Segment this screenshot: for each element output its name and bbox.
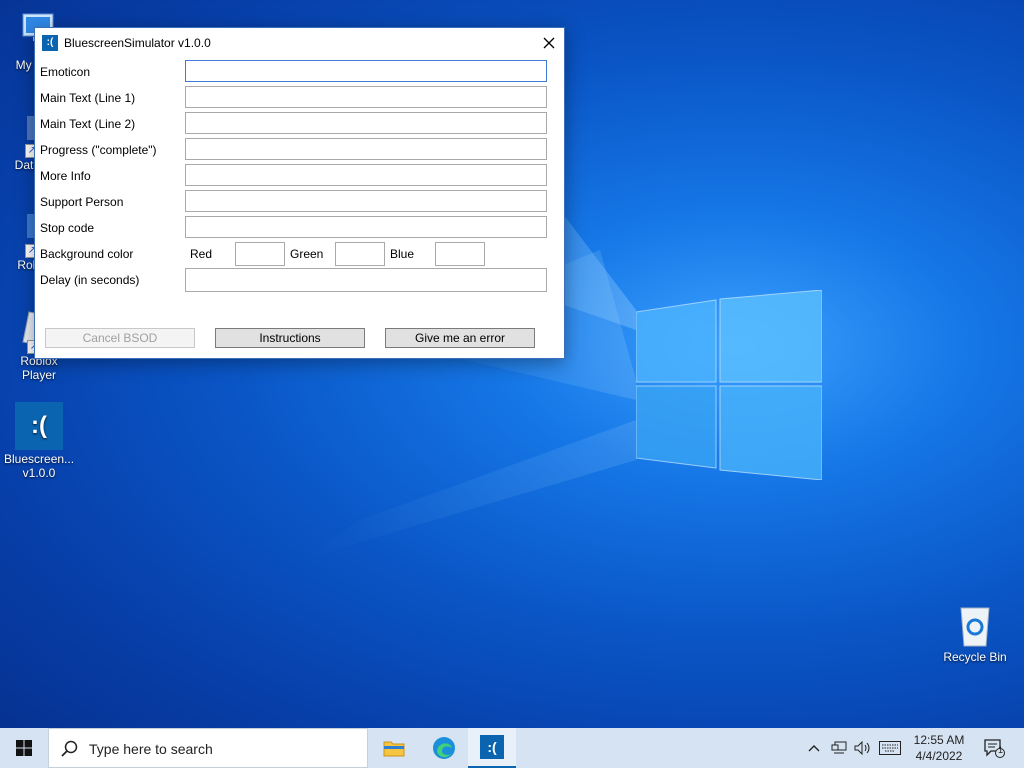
windows-logo-wallpaper bbox=[636, 290, 822, 480]
chevron-up-icon bbox=[808, 745, 820, 752]
support-person-row: Support Person bbox=[35, 188, 564, 214]
progress-input[interactable] bbox=[185, 138, 547, 160]
edge-browser-icon bbox=[433, 737, 455, 759]
delay-label: Delay (in seconds) bbox=[40, 273, 140, 287]
action-center-button[interactable]: 1 bbox=[978, 728, 1010, 768]
background-color-row: Background color Red Green Blue bbox=[35, 240, 564, 266]
volume-tray-button[interactable] bbox=[852, 728, 874, 768]
progress-row: Progress ("complete") bbox=[35, 136, 564, 162]
more-info-row: More Info bbox=[35, 162, 564, 188]
network-tray-button[interactable] bbox=[828, 728, 850, 768]
taskbar-file-explorer[interactable] bbox=[370, 728, 418, 768]
search-placeholder: Type here to search bbox=[89, 741, 213, 757]
bluescreen-simulator-window: :( BluescreenSimulator v1.0.0 Emoticon M… bbox=[34, 27, 565, 359]
recycle-bin-icon bbox=[951, 602, 999, 650]
main-text-line1-input[interactable] bbox=[185, 86, 547, 108]
main-text-line2-input[interactable] bbox=[185, 112, 547, 134]
notification-count: 1 bbox=[998, 745, 1004, 755]
emoticon-input[interactable] bbox=[185, 60, 547, 82]
close-button[interactable] bbox=[534, 28, 564, 58]
start-button[interactable] bbox=[0, 728, 48, 768]
support-person-label: Support Person bbox=[40, 195, 124, 209]
keyboard-icon bbox=[879, 741, 901, 755]
clock-date: 4/4/2022 bbox=[915, 749, 963, 763]
taskbar-search-box[interactable]: Type here to search bbox=[48, 728, 368, 768]
red-input[interactable] bbox=[235, 242, 285, 266]
more-info-label: More Info bbox=[40, 169, 91, 183]
stop-code-label: Stop code bbox=[40, 221, 95, 235]
instructions-button[interactable]: Instructions bbox=[215, 328, 365, 348]
delay-input[interactable] bbox=[185, 268, 547, 292]
emoticon-label: Emoticon bbox=[40, 65, 91, 79]
touch-keyboard-button[interactable] bbox=[878, 728, 902, 768]
folder-icon bbox=[383, 741, 405, 757]
stop-code-row: Stop code bbox=[35, 214, 564, 240]
green-label: Green bbox=[290, 247, 324, 261]
bluescreen-app-icon: :( bbox=[15, 402, 63, 450]
bluescreen-app-icon: :( bbox=[42, 35, 58, 51]
close-icon bbox=[543, 37, 555, 49]
emoticon-row: Emoticon bbox=[35, 58, 564, 84]
delay-row: Delay (in seconds) bbox=[35, 266, 564, 292]
main-text-line1-row: Main Text (Line 1) bbox=[35, 84, 564, 110]
give-me-an-error-button[interactable]: Give me an error bbox=[385, 328, 535, 348]
stop-code-input[interactable] bbox=[185, 216, 547, 238]
taskbar-edge[interactable] bbox=[420, 728, 468, 768]
desktop-icon-label: Recycle Bin bbox=[943, 650, 1007, 664]
taskbar: Type here to search :( 12:55 AM 4/4/2022 bbox=[0, 728, 1024, 768]
speaker-icon bbox=[854, 741, 870, 755]
window-titlebar[interactable]: :( BluescreenSimulator v1.0.0 bbox=[35, 28, 564, 58]
blue-label: Blue bbox=[390, 247, 415, 261]
more-info-input[interactable] bbox=[185, 164, 547, 186]
bluescreen-glyph: :( bbox=[31, 412, 47, 439]
search-icon bbox=[61, 740, 78, 757]
main-text-line2-label: Main Text (Line 2) bbox=[40, 117, 136, 131]
desktop-icon-bluescreen[interactable]: :( Bluescreen... v1.0.0 bbox=[2, 402, 76, 480]
window-title: BluescreenSimulator v1.0.0 bbox=[64, 36, 211, 50]
progress-label: Progress ("complete") bbox=[40, 143, 157, 157]
desktop-icon-recycle-bin[interactable]: Recycle Bin bbox=[938, 602, 1012, 664]
main-text-line2-row: Main Text (Line 2) bbox=[35, 110, 564, 136]
background-color-label: Background color bbox=[40, 247, 134, 261]
blue-input[interactable] bbox=[435, 242, 485, 266]
red-label: Red bbox=[190, 247, 213, 261]
cancel-bsod-button[interactable]: Cancel BSOD bbox=[45, 328, 195, 348]
taskbar-bluescreen-simulator[interactable]: :( bbox=[468, 728, 516, 768]
green-input[interactable] bbox=[335, 242, 385, 266]
windows-start-icon bbox=[16, 740, 32, 756]
bluescreen-app-icon: :( bbox=[480, 735, 504, 759]
show-hidden-icons-button[interactable] bbox=[804, 728, 824, 768]
network-icon bbox=[831, 741, 847, 754]
support-person-input[interactable] bbox=[185, 190, 547, 212]
main-text-line1-label: Main Text (Line 1) bbox=[40, 91, 136, 105]
taskbar-clock[interactable]: 12:55 AM 4/4/2022 bbox=[904, 732, 974, 764]
desktop-icon-label: Bluescreen... v1.0.0 bbox=[4, 452, 75, 480]
clock-time: 12:55 AM bbox=[913, 733, 965, 747]
